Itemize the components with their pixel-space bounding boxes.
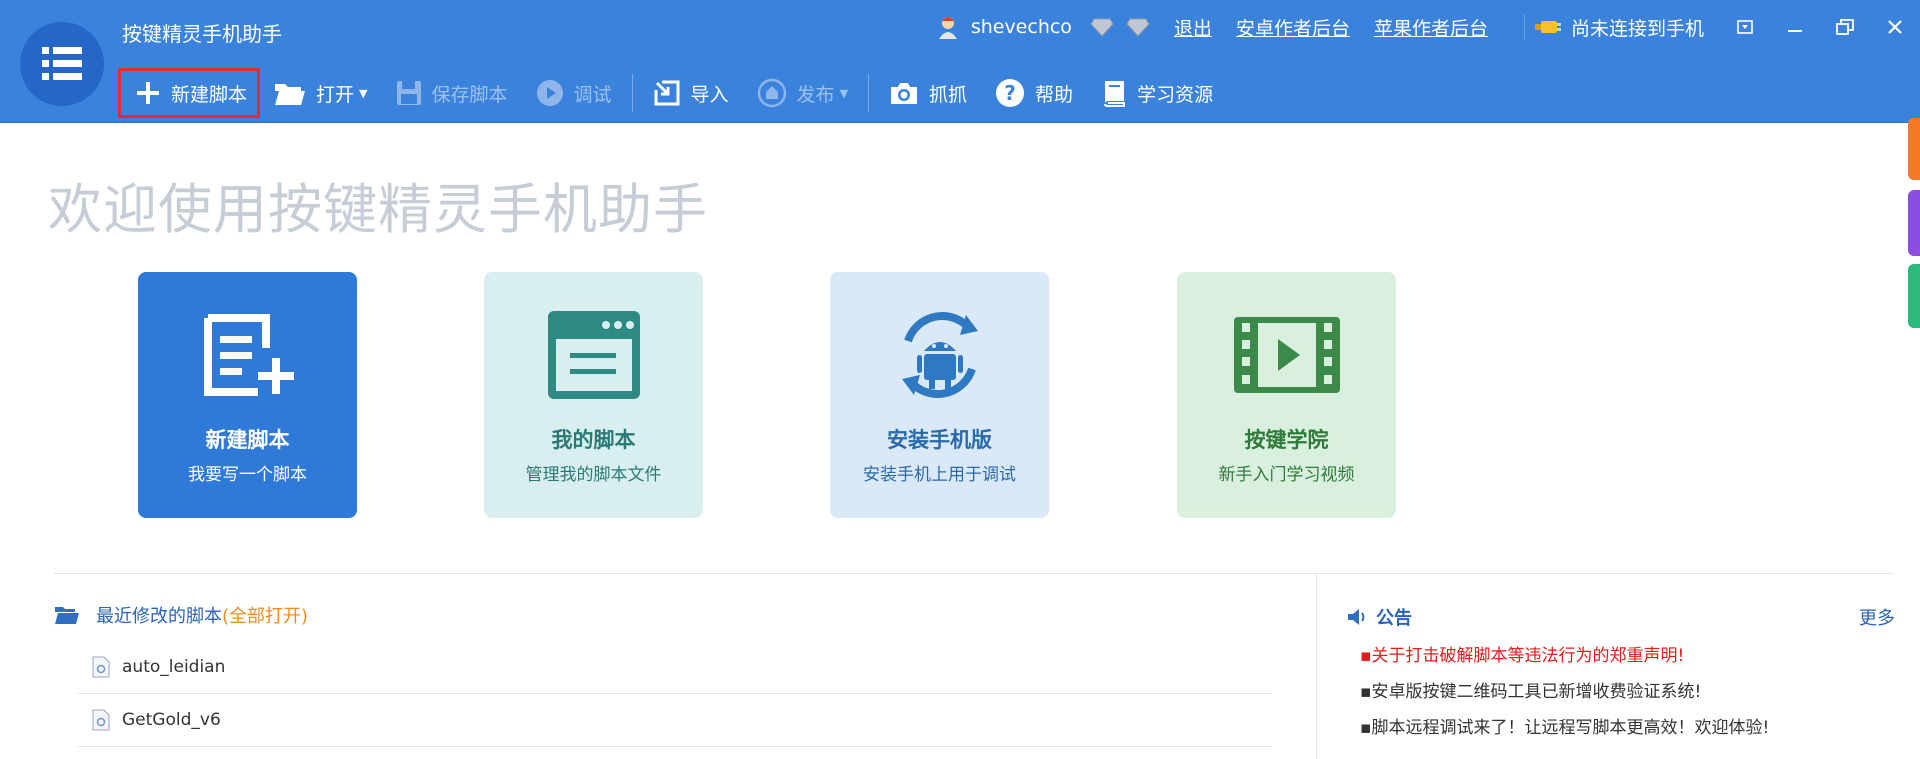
toolbar-separator (868, 74, 870, 112)
card-subtitle: 管理我的脚本文件 (525, 465, 662, 485)
debug-button[interactable]: 调试 (522, 68, 626, 118)
android-backend-link[interactable]: 安卓作者后台 (1236, 14, 1350, 41)
dropdown-window-button[interactable] (1720, 12, 1770, 42)
publish-label: 发布 (796, 83, 835, 106)
card-academy[interactable]: 按键学院 新手入门学习视频 (1177, 272, 1396, 518)
publish-button[interactable]: 发布 ▼ (743, 68, 862, 118)
svg-text:?: ? (1004, 81, 1016, 105)
help-label: 帮助 (1035, 83, 1074, 106)
film-video-icon (1233, 317, 1340, 393)
diamond-icon (1126, 18, 1150, 37)
app-title: 按键精灵手机助手 (122, 22, 282, 46)
recent-scripts-label: 最近修改的脚本 (96, 606, 222, 627)
new-script-button[interactable]: 新建脚本 (118, 68, 261, 118)
card-new-script[interactable]: 新建脚本 我要写一个脚本 (138, 272, 357, 518)
side-tab-orange[interactable] (1908, 118, 1920, 180)
logout-link[interactable]: 退出 (1174, 14, 1212, 41)
title-bar: 按键精灵手机助手 shevechco 退出 安卓作者后台 苹果作者后台 尚未连接… (0, 0, 1920, 123)
recent-scripts-header: 最近修改的脚本 (全部打开) (54, 602, 308, 628)
speaker-icon (1348, 609, 1365, 625)
debug-label: 调试 (573, 83, 612, 106)
welcome-heading: 欢迎使用按键精灵手机助手 (48, 178, 708, 241)
notice-item[interactable]: ▪安卓版按键二维码工具已新增收费验证系统! (1360, 677, 1701, 702)
open-dropdown-caret[interactable]: ▼ (359, 87, 367, 100)
connection-status[interactable]: 尚未连接到手机 (1523, 13, 1704, 41)
card-title: 按键学院 (1244, 428, 1329, 452)
card-title: 安装手机版 (887, 428, 992, 452)
notice-header: 公告 (1346, 604, 1412, 630)
hamburger-menu-icon (42, 47, 82, 80)
apple-backend-link[interactable]: 苹果作者后台 (1374, 14, 1488, 41)
minimize-icon (1788, 30, 1802, 32)
import-button[interactable]: 导入 (639, 68, 743, 118)
card-title: 我的脚本 (551, 428, 636, 452)
learning-resources-label: 学习资源 (1137, 83, 1214, 106)
card-title: 新建脚本 (205, 428, 290, 452)
help-icon: ? (996, 79, 1025, 107)
android-sync-icon (901, 312, 978, 398)
folder-open-icon (275, 84, 306, 105)
save-script-label: 保存脚本 (431, 83, 508, 106)
browser-window-icon (547, 311, 640, 399)
new-document-icon (203, 314, 294, 396)
dropdown-box-icon (1737, 20, 1753, 34)
minimize-button[interactable] (1770, 12, 1820, 42)
account-bar: shevechco 退出 安卓作者后台 苹果作者后台 尚未连接到手机 (937, 12, 1920, 42)
learning-resources-button[interactable]: 学习资源 (1087, 68, 1227, 118)
close-button[interactable] (1870, 12, 1920, 42)
usb-plug-icon (1534, 21, 1561, 33)
card-subtitle: 新手入门学习视频 (1218, 465, 1355, 485)
notice-text: 关于打击破解脚本等违法行为的郑重声明! (1371, 646, 1685, 666)
publish-dropdown-caret[interactable]: ▼ (840, 87, 848, 100)
diamond-icon (1090, 18, 1114, 37)
side-tab-purple[interactable] (1908, 190, 1920, 256)
script-name: GetGold_v6 (122, 710, 221, 730)
script-file-icon (92, 709, 110, 731)
notice-item[interactable]: ▪脚本远程调试来了！让远程写脚本更高效！欢迎体验! (1360, 713, 1769, 738)
import-label: 导入 (690, 83, 729, 106)
publish-icon (757, 78, 786, 108)
restore-icon (1836, 19, 1854, 35)
restore-button[interactable] (1820, 12, 1870, 42)
new-script-label: 新建脚本 (171, 83, 248, 106)
notice-label: 公告 (1376, 608, 1412, 629)
play-circle-icon (536, 80, 563, 106)
notice-text: 安卓版按键二维码工具已新增收费验证系统! (1371, 682, 1702, 702)
help-button[interactable]: ? 帮助 (981, 68, 1087, 118)
close-icon (1888, 20, 1902, 34)
book-icon (1104, 81, 1126, 107)
recent-script-item[interactable]: GetGold_v6 (78, 694, 1272, 747)
card-subtitle: 安装手机上用于调试 (863, 465, 1016, 485)
card-my-scripts[interactable]: 我的脚本 管理我的脚本文件 (484, 272, 703, 518)
capture-label: 抓抓 (929, 83, 968, 106)
more-notices-link[interactable]: 更多 (1859, 604, 1895, 630)
notice-item[interactable]: ▪关于打击破解脚本等违法行为的郑重声明! (1360, 641, 1684, 666)
open-label: 打开 (316, 83, 355, 106)
import-icon (654, 80, 680, 106)
script-file-icon (92, 656, 110, 678)
main-toolbar: 新建脚本 打开 ▼ 保存脚本 调试 导入 发布 ▼ 抓抓 ? 帮助 学习资源 (118, 64, 1227, 122)
username: shevechco (970, 16, 1072, 38)
section-divider (54, 573, 1894, 574)
capture-button[interactable]: 抓抓 (875, 68, 981, 118)
connection-status-label: 尚未连接到手机 (1570, 17, 1704, 40)
save-disk-icon (396, 81, 421, 105)
open-all-link[interactable]: (全部打开) (222, 602, 308, 628)
open-button[interactable]: 打开 ▼ (260, 68, 381, 118)
notice-text: 脚本远程调试来了！让远程写脚本更高效！欢迎体验! (1371, 718, 1770, 738)
side-tab-green[interactable] (1908, 264, 1920, 328)
folder-open-icon (55, 607, 79, 624)
recent-script-item[interactable]: auto_leidian (78, 641, 1272, 694)
user-avatar-icon (938, 17, 957, 39)
card-install-mobile[interactable]: 安装手机版 安装手机上用于调试 (830, 272, 1049, 518)
camera-icon (891, 83, 918, 104)
save-script-button[interactable]: 保存脚本 (382, 68, 522, 118)
column-divider (1316, 574, 1317, 759)
plus-icon (137, 82, 159, 104)
toolbar-separator (631, 74, 633, 112)
card-subtitle: 我要写一个脚本 (188, 465, 307, 485)
script-name: auto_leidian (122, 657, 226, 677)
app-menu-button[interactable] (20, 22, 104, 106)
